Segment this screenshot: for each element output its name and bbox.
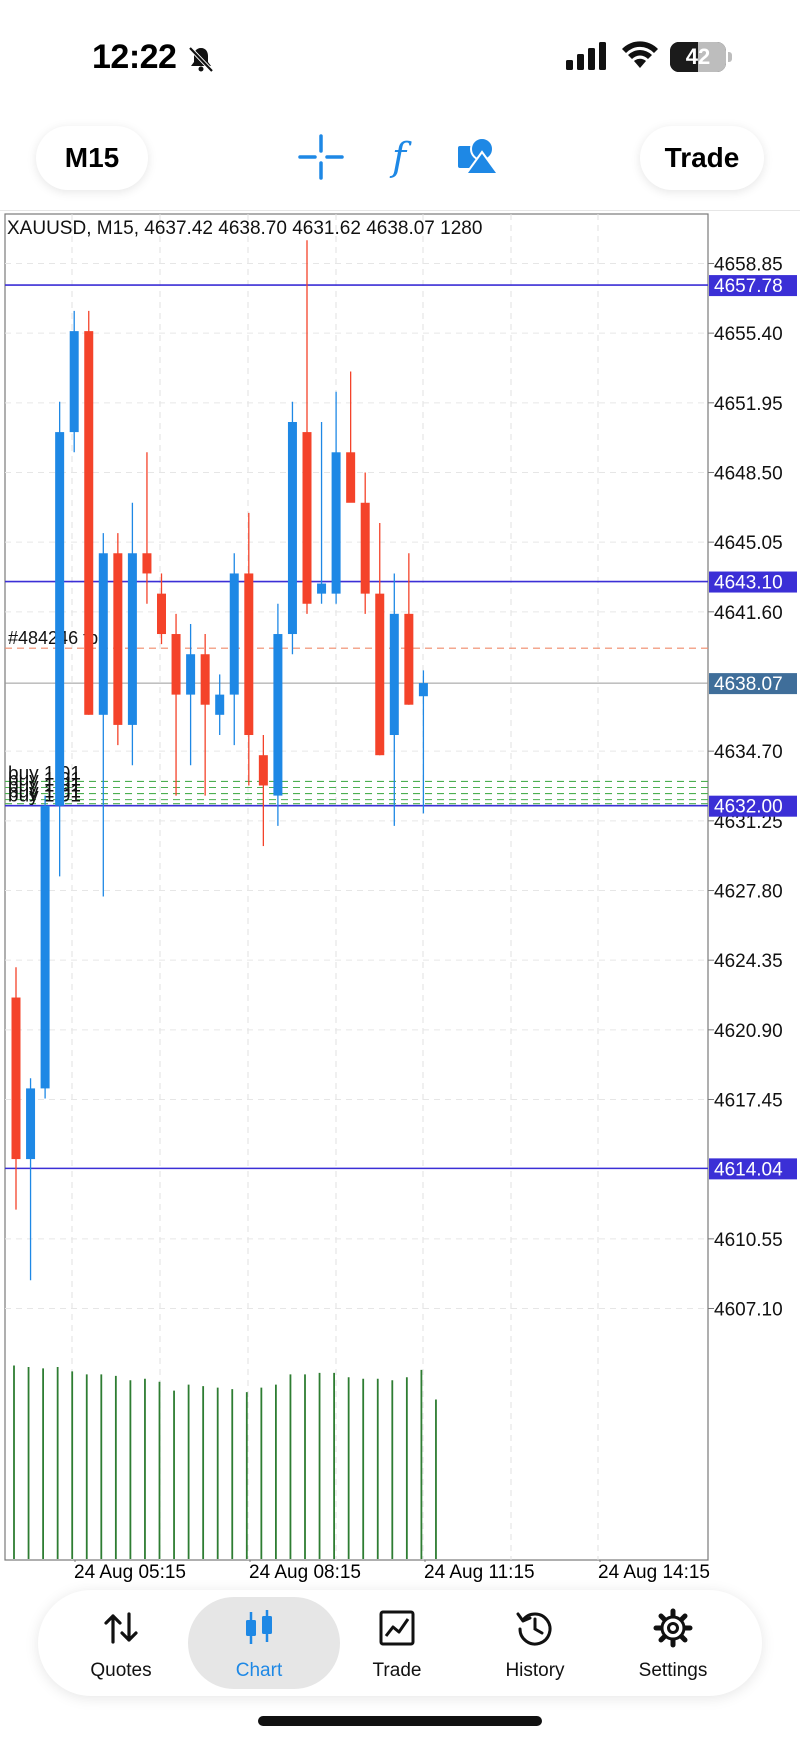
- chart-frame: [4, 213, 709, 1561]
- price-level-label: 4614.04: [714, 1159, 783, 1180]
- nav-chart-label: Chart: [235, 1660, 283, 1681]
- trade-button[interactable]: Trade: [640, 126, 764, 190]
- candle-body: [302, 432, 312, 604]
- chart-ohlc-header: XAUUSD, M15, 4637.42 4638.70 4631.62 463…: [7, 218, 483, 239]
- history-clock-icon: [516, 1612, 552, 1646]
- candle-body: [84, 331, 94, 715]
- chart-toolbar: M15 f Trade: [0, 110, 800, 210]
- y-tick-label: 4655.40: [714, 324, 783, 345]
- nav-history-label: History: [505, 1660, 565, 1681]
- candle-body: [244, 573, 254, 736]
- candle-body: [157, 593, 166, 635]
- candle-body: [346, 452, 356, 503]
- home-indicator: [258, 1716, 542, 1726]
- candle-body: [26, 1088, 36, 1160]
- candle-body: [404, 613, 414, 705]
- candle-body: [55, 432, 65, 806]
- cellular-signal-icon: [566, 42, 606, 70]
- x-tick-label: 24 Aug 11:15: [424, 1562, 535, 1583]
- nav-quotes-label: Quotes: [90, 1660, 152, 1681]
- candle-body: [287, 421, 297, 635]
- candle-body: [229, 573, 239, 695]
- x-axis: 24 Aug 05:15 24 Aug 08:15 24 Aug 11:15 2…: [0, 1562, 800, 1586]
- candle-body: [360, 502, 370, 594]
- nav-trade-label: Trade: [372, 1660, 422, 1681]
- chart-volume: 1280: [440, 218, 483, 239]
- y-tick-label: 4651.95: [714, 394, 783, 415]
- nav-chart[interactable]: Chart: [188, 1590, 340, 1696]
- chart-high: 4638.70: [218, 218, 287, 239]
- candle-body: [11, 997, 21, 1160]
- candle-body: [215, 694, 225, 715]
- chart-timeframe: M15: [96, 218, 134, 239]
- nav-trade[interactable]: Trade: [328, 1590, 466, 1696]
- candle-body: [69, 331, 79, 433]
- candle-body: [258, 755, 268, 786]
- y-tick-label: 4634.70: [714, 742, 783, 763]
- status-time: 12:22: [92, 38, 177, 76]
- candle-body: [317, 583, 327, 594]
- status-bar: 12:22 42: [0, 0, 800, 110]
- candle-body: [98, 553, 108, 715]
- battery-level: 42: [685, 44, 711, 69]
- chart-symbol: XAUUSD: [7, 218, 87, 239]
- y-tick-label: 4610.55: [714, 1230, 783, 1251]
- candle-body: [127, 553, 137, 725]
- x-tick-label: 24 Aug 14:15: [598, 1562, 710, 1583]
- chart-close: 4638.07: [366, 218, 435, 239]
- candle-body: [273, 634, 283, 796]
- y-tick-label: 4617.45: [714, 1091, 783, 1112]
- price-level-label: 4638.07: [714, 674, 783, 695]
- candle-body: [40, 805, 50, 1089]
- y-tick-label: 4658.85: [714, 254, 783, 275]
- nav-quotes[interactable]: Quotes: [52, 1590, 190, 1696]
- candle-body: [331, 452, 341, 594]
- y-tick-label: 4641.60: [714, 603, 783, 624]
- nav-settings[interactable]: Settings: [604, 1590, 742, 1696]
- y-tick-label: 4620.90: [714, 1021, 783, 1042]
- price-chart[interactable]: 4658.85 4655.40 4651.95 4648.50 4645.05 4641.…: [0, 212, 800, 1562]
- x-tick-label: 24 Aug 08:15: [249, 1562, 361, 1583]
- candle-body: [171, 634, 181, 695]
- y-tick-label: 4645.05: [714, 533, 783, 554]
- y-tick-label: 4607.10: [714, 1300, 783, 1321]
- price-level-label: 4643.10: [714, 573, 783, 594]
- nav-settings-label: Settings: [638, 1660, 708, 1681]
- x-tick-label: 24 Aug 05:15: [74, 1562, 186, 1583]
- y-tick-label: 4624.35: [714, 951, 783, 972]
- candle-body: [142, 553, 152, 574]
- wifi-icon: [622, 41, 658, 68]
- crosshair-icon[interactable]: [296, 132, 346, 182]
- bottom-navigation: Quotes Chart Trade History Settings: [38, 1590, 762, 1696]
- price-level-label: 4657.78: [714, 276, 783, 297]
- candle-body: [375, 593, 385, 756]
- quotes-arrows-icon: [104, 1612, 138, 1644]
- candle-body: [389, 613, 399, 736]
- candle-body: [200, 654, 210, 705]
- chart-low: 4631.62: [292, 218, 361, 239]
- candle-body: [113, 553, 123, 725]
- trade-chart-icon: [379, 1610, 415, 1646]
- silent-bell-icon: [188, 46, 214, 73]
- price-level-label: 4632.00: [714, 797, 783, 818]
- nav-history[interactable]: History: [466, 1590, 604, 1696]
- chart-open: 4637.42: [144, 218, 213, 239]
- timeframe-button[interactable]: M15: [36, 126, 148, 190]
- objects-shapes-icon[interactable]: [452, 132, 502, 182]
- candlestick-chart[interactable]: 4658.85 4655.40 4651.95 4648.50 4645.05 4641.…: [0, 212, 800, 1562]
- candle-body: [186, 654, 196, 695]
- y-tick-label: 4627.80: [714, 881, 783, 902]
- svg-text:f: f: [389, 135, 412, 179]
- candle-body: [418, 683, 428, 697]
- battery-icon: 42: [670, 42, 726, 72]
- chart-candles-icon: [246, 1610, 272, 1644]
- indicators-function-icon[interactable]: f: [374, 132, 424, 182]
- y-tick-label: 4648.50: [714, 463, 783, 484]
- settings-gear-icon: [653, 1608, 693, 1648]
